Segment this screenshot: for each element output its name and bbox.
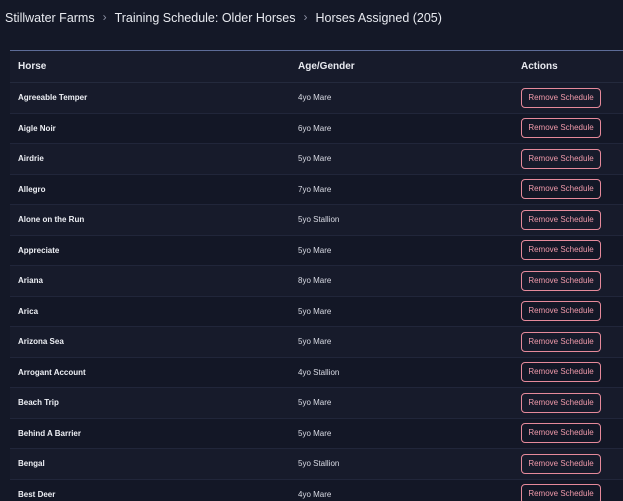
horses-table: Horse Age/Gender Actions Agreeable Tempe…	[10, 51, 623, 501]
horse-name: Arizona Sea	[10, 326, 290, 358]
horse-name: Arica	[10, 296, 290, 327]
table-row: Bengal 5yo Stallion Remove Schedule	[10, 448, 623, 480]
remove-schedule-button[interactable]: Remove Schedule	[521, 362, 601, 383]
table-header-row: Horse Age/Gender Actions	[10, 51, 623, 83]
remove-schedule-button[interactable]: Remove Schedule	[521, 240, 601, 261]
table-row: Alone on the Run 5yo Stallion Remove Sch…	[10, 204, 623, 236]
table-row: Arica 5yo Mare Remove Schedule	[10, 296, 623, 327]
horse-name: Behind A Barrier	[10, 418, 290, 449]
age-gender: 5yo Mare	[290, 326, 516, 358]
remove-schedule-button[interactable]: Remove Schedule	[521, 118, 601, 139]
column-header-horse: Horse	[10, 51, 290, 83]
table-row: Arrogant Account 4yo Stallion Remove Sch…	[10, 357, 623, 388]
column-header-actions: Actions	[516, 51, 623, 83]
chevron-right-icon: ›	[303, 10, 308, 24]
age-gender: 8yo Mare	[290, 265, 516, 297]
remove-schedule-button[interactable]: Remove Schedule	[521, 179, 601, 200]
age-gender: 5yo Stallion	[290, 204, 516, 236]
horse-name: Arrogant Account	[10, 357, 290, 388]
horse-name: Appreciate	[10, 235, 290, 266]
horse-name: Beach Trip	[10, 387, 290, 419]
remove-schedule-button[interactable]: Remove Schedule	[521, 453, 601, 474]
horse-name: Agreeable Temper	[10, 82, 290, 114]
remove-schedule-button[interactable]: Remove Schedule	[521, 423, 601, 444]
table-row: Agreeable Temper 4yo Mare Remove Schedul…	[10, 82, 623, 114]
age-gender: 7yo Mare	[290, 174, 516, 205]
table-row: Beach Trip 5yo Mare Remove Schedule	[10, 387, 623, 419]
remove-schedule-button[interactable]: Remove Schedule	[521, 209, 601, 230]
chevron-right-icon: ›	[102, 10, 107, 24]
remove-schedule-button[interactable]: Remove Schedule	[521, 301, 601, 322]
horse-name: Alone on the Run	[10, 204, 290, 236]
age-gender: 5yo Mare	[290, 418, 516, 449]
table-row: Behind A Barrier 5yo Mare Remove Schedul…	[10, 418, 623, 449]
breadcrumb-current-page: Horses Assigned (205)	[315, 11, 442, 25]
age-gender: 6yo Mare	[290, 113, 516, 144]
age-gender: 4yo Mare	[290, 82, 516, 114]
horse-name: Best Deer	[10, 479, 290, 501]
column-header-age-gender: Age/Gender	[290, 51, 516, 83]
table-row: Appreciate 5yo Mare Remove Schedule	[10, 235, 623, 266]
age-gender: 5yo Stallion	[290, 448, 516, 480]
table-row: Aigle Noir 6yo Mare Remove Schedule	[10, 113, 623, 144]
table-row: Airdrie 5yo Mare Remove Schedule	[10, 143, 623, 175]
remove-schedule-button[interactable]: Remove Schedule	[521, 484, 601, 501]
table-row: Ariana 8yo Mare Remove Schedule	[10, 265, 623, 297]
age-gender: 5yo Mare	[290, 143, 516, 175]
table-row: Allegro 7yo Mare Remove Schedule	[10, 174, 623, 205]
horse-name: Ariana	[10, 265, 290, 297]
remove-schedule-button[interactable]: Remove Schedule	[521, 331, 601, 352]
breadcrumb: Stillwater Farms › Training Schedule: Ol…	[5, 0, 442, 36]
age-gender: 5yo Mare	[290, 387, 516, 419]
horses-table-panel: Horse Age/Gender Actions Agreeable Tempe…	[10, 50, 623, 501]
age-gender: 5yo Mare	[290, 235, 516, 266]
horse-name: Allegro	[10, 174, 290, 205]
breadcrumb-training-schedule-link[interactable]: Training Schedule: Older Horses	[115, 11, 296, 25]
remove-schedule-button[interactable]: Remove Schedule	[521, 148, 601, 169]
age-gender: 4yo Mare	[290, 479, 516, 501]
age-gender: 5yo Mare	[290, 296, 516, 327]
age-gender: 4yo Stallion	[290, 357, 516, 388]
table-row: Best Deer 4yo Mare Remove Schedule	[10, 479, 623, 501]
horse-name: Aigle Noir	[10, 113, 290, 144]
remove-schedule-button[interactable]: Remove Schedule	[521, 392, 601, 413]
remove-schedule-button[interactable]: Remove Schedule	[521, 270, 601, 291]
horse-name: Airdrie	[10, 143, 290, 175]
horse-name: Bengal	[10, 448, 290, 480]
table-row: Arizona Sea 5yo Mare Remove Schedule	[10, 326, 623, 358]
remove-schedule-button[interactable]: Remove Schedule	[521, 87, 601, 108]
breadcrumb-farm-link[interactable]: Stillwater Farms	[5, 11, 95, 25]
